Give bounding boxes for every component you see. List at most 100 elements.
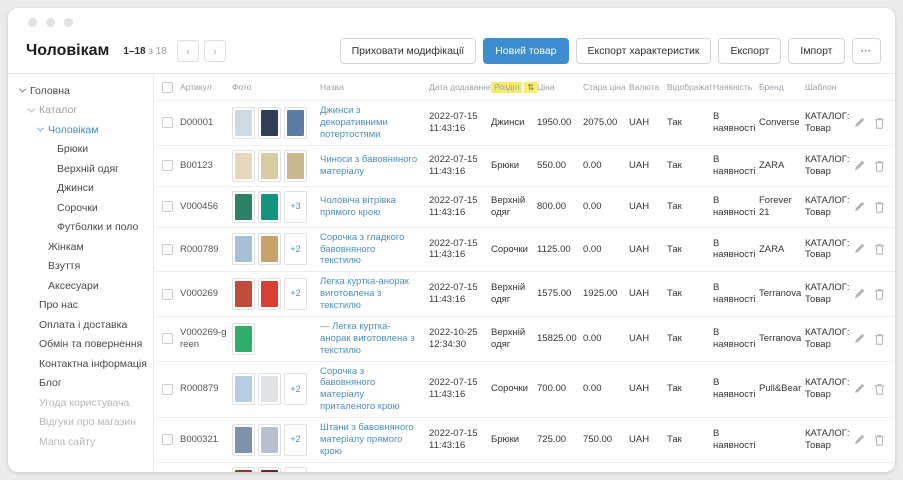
delete-icon[interactable]	[874, 288, 885, 300]
hide-modifications-button[interactable]: Приховати модифікації	[340, 38, 477, 64]
column-header-sku[interactable]: Артикул	[180, 82, 232, 93]
column-header-display[interactable]: Відображати	[667, 82, 713, 93]
edit-icon[interactable]	[854, 333, 865, 345]
export-characteristics-button[interactable]: Експорт характеристик	[576, 38, 712, 64]
row-checkbox[interactable]	[162, 434, 173, 445]
row-checkbox[interactable]	[162, 160, 173, 171]
product-name-link[interactable]: Сорочка з бавовняного матеріалу притален…	[320, 366, 424, 414]
product-photo[interactable]	[258, 278, 281, 310]
window-control-dot[interactable]	[28, 18, 37, 27]
delete-icon[interactable]	[874, 201, 885, 213]
sidebar-item[interactable]: Головна	[8, 81, 153, 101]
sidebar-item[interactable]: Верхній одяг	[8, 159, 153, 179]
column-header-availability[interactable]: Наявність	[713, 82, 759, 93]
edit-icon[interactable]	[854, 243, 865, 255]
row-checkbox[interactable]	[162, 289, 173, 300]
product-photo[interactable]	[232, 191, 255, 223]
edit-icon[interactable]	[854, 383, 865, 395]
edit-icon[interactable]	[854, 201, 865, 213]
more-photos-badge[interactable]: +2	[284, 424, 307, 456]
new-product-button[interactable]: Новий товар	[483, 38, 568, 64]
more-photos-badge[interactable]: +2	[284, 278, 307, 310]
product-photo[interactable]	[258, 373, 281, 405]
window-control-dot[interactable]	[46, 18, 55, 27]
sidebar-item[interactable]: Футболки и поло	[8, 218, 153, 238]
sidebar-item[interactable]: Угода користувача	[8, 393, 153, 413]
column-header-brand[interactable]: Бренд	[759, 82, 805, 93]
product-name-link[interactable]: Сорочка з гладкого бавовняного текстилю	[320, 232, 424, 268]
product-photo[interactable]	[232, 107, 255, 139]
row-checkbox[interactable]	[162, 384, 173, 395]
delete-icon[interactable]	[874, 333, 885, 345]
row-checkbox[interactable]	[162, 244, 173, 255]
product-photo[interactable]	[232, 373, 255, 405]
sidebar-item[interactable]: Мапа сайту	[8, 432, 153, 452]
select-all-checkbox[interactable]	[162, 82, 173, 93]
window-control-dot[interactable]	[64, 18, 73, 27]
product-name-link[interactable]: Джинси з декоративними потертостями	[320, 105, 424, 141]
product-photo[interactable]	[232, 233, 255, 265]
product-name-link[interactable]: Чиноси з бавовняного матеріалу	[320, 154, 424, 178]
product-photo[interactable]	[258, 191, 281, 223]
product-photo[interactable]	[284, 107, 307, 139]
product-photo[interactable]	[232, 150, 255, 182]
sidebar-item[interactable]: Обмін та повернення	[8, 335, 153, 355]
delete-icon[interactable]	[874, 117, 885, 129]
edit-icon[interactable]	[854, 117, 865, 129]
sort-icon[interactable]: ⇅	[524, 82, 537, 93]
product-name-link[interactable]: Штани з бавовняного матеріалу прямого кр…	[320, 422, 424, 458]
column-header-photo[interactable]: Фото	[232, 82, 320, 93]
row-checkbox[interactable]	[162, 117, 173, 128]
column-header-date-added[interactable]: Дата додавання	[429, 82, 491, 93]
sidebar-item[interactable]: Відгуки про магазин	[8, 413, 153, 433]
sidebar-item[interactable]: Брюки	[8, 140, 153, 160]
product-name-link[interactable]: Чоловіча вітрівка прямого крою	[320, 195, 424, 219]
sidebar-item[interactable]: Контактна інформація	[8, 354, 153, 374]
delete-icon[interactable]	[874, 160, 885, 172]
sidebar-item[interactable]: Джинси	[8, 179, 153, 199]
column-header-template[interactable]: Шаблон	[805, 82, 859, 93]
product-photo[interactable]	[232, 467, 255, 472]
product-photo[interactable]	[258, 107, 281, 139]
row-checkbox[interactable]	[162, 201, 173, 212]
column-header-currency[interactable]: Валюта	[629, 82, 667, 93]
delete-icon[interactable]	[874, 243, 885, 255]
product-photo[interactable]	[232, 323, 255, 355]
more-actions-button[interactable]: ⋯	[852, 38, 882, 64]
row-checkbox[interactable]	[162, 333, 173, 344]
sidebar-item[interactable]: Каталог	[8, 101, 153, 121]
export-button[interactable]: Експорт	[718, 38, 781, 64]
column-header-old-price[interactable]: Стара ціна	[583, 82, 629, 93]
product-photo[interactable]	[258, 233, 281, 265]
prev-page-button[interactable]: ‹	[177, 40, 199, 62]
product-photo[interactable]	[258, 424, 281, 456]
product-name-link[interactable]: — Легка куртка-анорак виготовлена з текс…	[320, 321, 424, 357]
edit-icon[interactable]	[854, 434, 865, 446]
sidebar-item[interactable]: Оплата і доставка	[8, 315, 153, 335]
edit-icon[interactable]	[854, 160, 865, 172]
product-photo[interactable]	[232, 278, 255, 310]
column-header-price[interactable]: Ціна	[537, 82, 583, 93]
more-photos-badge[interactable]: +3	[284, 191, 307, 223]
sidebar-item[interactable]: Блог	[8, 374, 153, 394]
edit-icon[interactable]	[854, 288, 865, 300]
sidebar-item[interactable]: Чоловікам	[8, 120, 153, 140]
sorted-column-label[interactable]: Розділ	[491, 82, 522, 93]
product-name-link[interactable]: Чоловічі сорочки з легкого текстилю	[320, 471, 424, 472]
product-photo[interactable]	[258, 150, 281, 182]
sidebar-item[interactable]: Взуття	[8, 257, 153, 277]
column-header-section[interactable]: Розділ⇅	[491, 82, 537, 93]
column-header-name[interactable]: Назва	[320, 82, 429, 93]
delete-icon[interactable]	[874, 434, 885, 446]
more-photos-badge[interactable]: +2	[284, 373, 307, 405]
product-photo[interactable]	[258, 467, 281, 472]
more-photos-badge[interactable]: +2	[284, 467, 307, 472]
import-button[interactable]: Імпорт	[788, 38, 844, 64]
sidebar-item[interactable]: Про нас	[8, 296, 153, 316]
product-name-link[interactable]: Легка куртка-анорак виготовлена з тексти…	[320, 276, 424, 312]
next-page-button[interactable]: ›	[204, 40, 226, 62]
more-photos-badge[interactable]: +2	[284, 233, 307, 265]
product-photo[interactable]	[284, 150, 307, 182]
sidebar-item[interactable]: Сорочки	[8, 198, 153, 218]
delete-icon[interactable]	[874, 383, 885, 395]
